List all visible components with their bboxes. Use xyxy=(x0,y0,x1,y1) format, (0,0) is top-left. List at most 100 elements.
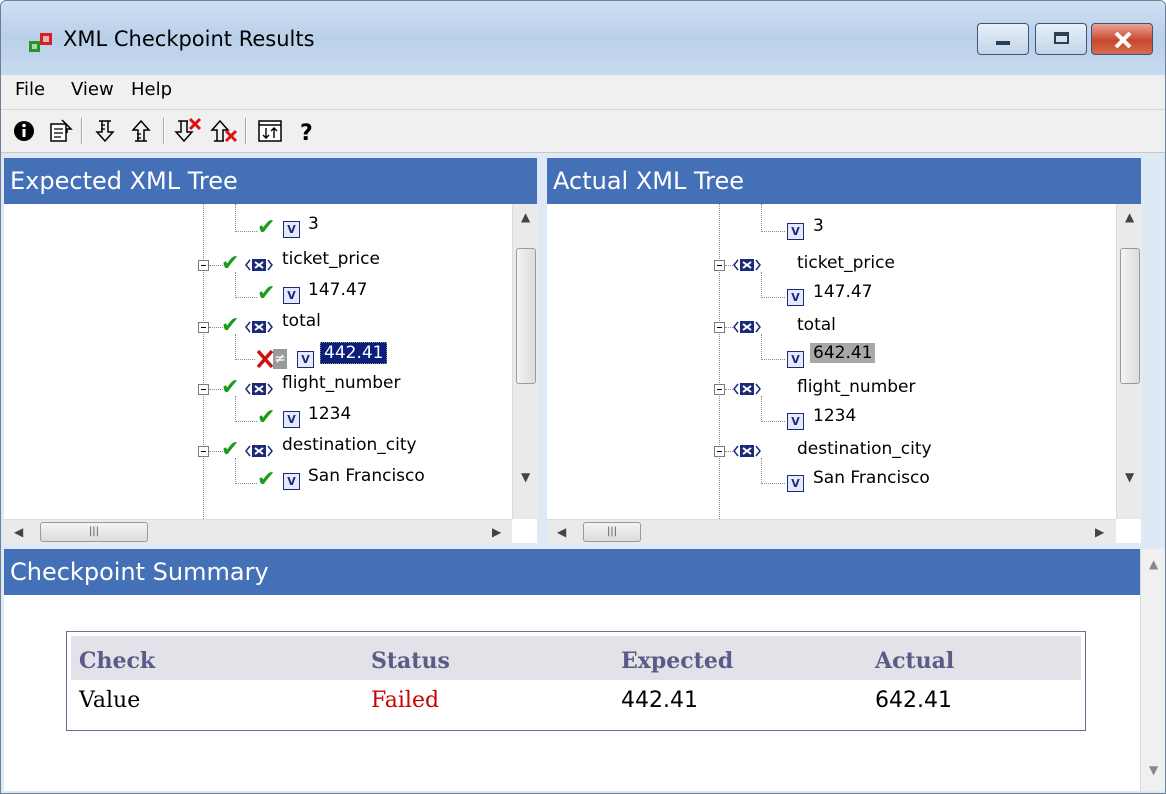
tree-node-value[interactable]: 1234 xyxy=(813,401,856,431)
tree-node-element[interactable]: ticket_price xyxy=(282,244,380,274)
actual-tree[interactable]: V 3 ticket_price V 147.47 total V 642.41… xyxy=(547,204,1116,519)
value-node-icon: V xyxy=(297,351,314,368)
info-button[interactable] xyxy=(9,116,39,146)
tree-guide-line xyxy=(761,458,762,484)
next-checkpoint-button[interactable] xyxy=(91,116,121,146)
tree-node-value[interactable]: 3 xyxy=(308,209,319,239)
value-node-icon: V xyxy=(787,289,804,306)
tree-node-value[interactable]: 147.47 xyxy=(308,275,367,305)
scroll-thumb[interactable]: ||| xyxy=(40,522,148,542)
tree-guide-line xyxy=(235,458,236,484)
properties-icon xyxy=(50,119,73,142)
tree-connector xyxy=(761,231,785,232)
scroll-down-arrow[interactable]: ▼ xyxy=(1125,470,1134,484)
tree-node-value[interactable]: 147.47 xyxy=(813,277,872,307)
close-button[interactable] xyxy=(1091,23,1153,55)
previous-failed-icon xyxy=(210,119,238,143)
tree-connector xyxy=(235,231,257,232)
tree-node-element[interactable]: total xyxy=(797,310,836,340)
tree-node-value[interactable]: 1234 xyxy=(308,399,351,429)
scroll-thumb[interactable]: ||| xyxy=(583,522,641,542)
expected-tree-header: Expected XML Tree xyxy=(4,158,537,204)
tree-node-value-selected[interactable]: 442.41 xyxy=(320,342,388,364)
svg-text:?: ? xyxy=(300,121,313,146)
element-node-icon xyxy=(245,259,273,271)
scroll-up-arrow[interactable]: ▲ xyxy=(1149,557,1158,571)
tree-connector xyxy=(725,389,733,390)
column-header-check: Check xyxy=(79,648,156,674)
collapse-toggle[interactable] xyxy=(198,384,209,395)
toolbar-separator xyxy=(81,118,83,144)
tree-connector xyxy=(235,359,255,360)
menu-help[interactable]: Help xyxy=(131,79,172,100)
window-title: XML Checkpoint Results xyxy=(63,27,315,51)
tree-node-element[interactable]: destination_city xyxy=(797,434,932,464)
help-button[interactable]: ? xyxy=(291,116,321,146)
menu-file[interactable]: File xyxy=(15,79,45,100)
actual-horizontal-scrollbar[interactable]: ◀ ||| ▶ xyxy=(547,519,1116,544)
menu-view[interactable]: View xyxy=(71,79,114,100)
title-bar[interactable]: XML Checkpoint Results xyxy=(1,1,1165,75)
scroll-right-arrow[interactable]: ▶ xyxy=(1095,525,1104,539)
tree-node-value[interactable]: 3 xyxy=(813,211,824,241)
collapse-toggle[interactable] xyxy=(714,322,725,333)
collapse-toggle[interactable] xyxy=(198,260,209,271)
xml-checkpoint-window: XML Checkpoint Results File View Help ? … xyxy=(0,0,1166,794)
tree-node-element[interactable]: total xyxy=(282,306,321,336)
tree-guide-line xyxy=(203,204,204,519)
next-failed-button[interactable] xyxy=(173,116,203,146)
scroll-thumb[interactable] xyxy=(1120,248,1140,384)
maximize-button[interactable] xyxy=(1035,23,1087,55)
actual-vertical-scrollbar[interactable]: ▲ ▼ xyxy=(1116,204,1142,519)
value-node-icon: V xyxy=(283,411,300,428)
tree-node-element[interactable]: flight_number xyxy=(797,372,916,402)
scroll-up-arrow[interactable]: ▲ xyxy=(521,210,530,224)
element-node-icon xyxy=(733,445,761,457)
scroll-right-arrow[interactable]: ▶ xyxy=(492,525,501,539)
close-icon xyxy=(1114,32,1132,48)
scroll-left-arrow[interactable]: ◀ xyxy=(14,525,23,539)
toolbar-separator xyxy=(163,118,165,144)
tree-connector xyxy=(761,297,785,298)
column-header-actual: Actual xyxy=(875,648,955,674)
summary-table: Check Status Expected Actual Value Faile… xyxy=(66,631,1086,731)
tree-node-element[interactable]: ticket_price xyxy=(797,248,895,278)
expected-tree[interactable]: ✔ V 3 ✔ ticket_price ✔ V 147.47 ✔ total xyxy=(4,204,512,519)
tree-guide-line xyxy=(761,334,762,360)
collapse-toggle[interactable] xyxy=(198,322,209,333)
value-node-icon: V xyxy=(283,287,300,304)
sync-trees-button[interactable] xyxy=(255,116,285,146)
element-node-icon xyxy=(733,259,761,271)
element-node-icon xyxy=(245,383,273,395)
tree-node-value-highlighted[interactable]: 642.41 xyxy=(810,343,876,363)
element-node-icon xyxy=(245,321,273,333)
expected-vertical-scrollbar[interactable]: ▲ ▼ xyxy=(512,204,538,519)
scroll-up-arrow[interactable]: ▲ xyxy=(1125,210,1134,224)
tree-node-element[interactable]: flight_number xyxy=(282,368,401,398)
tree-node-element[interactable]: destination_city xyxy=(282,430,417,460)
pass-check-icon: ✔ xyxy=(221,375,240,400)
tree-node-value[interactable]: San Francisco xyxy=(308,461,425,491)
collapse-toggle[interactable] xyxy=(198,446,209,457)
tree-connector xyxy=(235,483,257,484)
previous-checkpoint-button[interactable] xyxy=(127,116,157,146)
toolbar-separator xyxy=(245,118,247,144)
collapse-toggle[interactable] xyxy=(714,446,725,457)
value-node-icon: V xyxy=(787,475,804,492)
scroll-down-arrow[interactable]: ▼ xyxy=(521,470,530,484)
expected-horizontal-scrollbar[interactable]: ◀ ||| ▶ xyxy=(4,519,512,544)
minimize-button[interactable] xyxy=(977,23,1029,55)
maximize-icon xyxy=(1054,32,1069,44)
properties-button[interactable] xyxy=(45,116,75,146)
summary-vertical-scrollbar[interactable]: ▲ ▼ xyxy=(1140,549,1165,791)
tree-connector xyxy=(761,359,785,360)
tree-guide-line xyxy=(719,204,720,519)
scroll-left-arrow[interactable]: ◀ xyxy=(557,525,566,539)
collapse-toggle[interactable] xyxy=(714,384,725,395)
tree-guide-line xyxy=(235,334,236,360)
scroll-down-arrow[interactable]: ▼ xyxy=(1149,763,1158,777)
previous-failed-button[interactable] xyxy=(209,116,239,146)
collapse-toggle[interactable] xyxy=(714,260,725,271)
tree-node-value[interactable]: San Francisco xyxy=(813,463,930,493)
scroll-thumb[interactable] xyxy=(516,248,536,384)
